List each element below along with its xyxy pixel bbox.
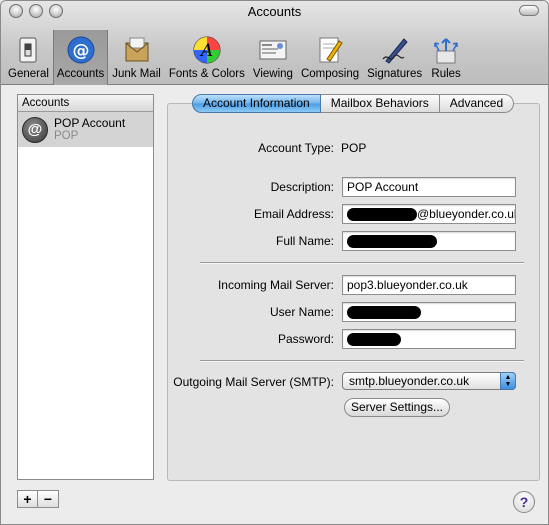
junk-mail-icon [121,35,153,65]
separator [200,262,524,263]
account-name: POP Account [54,116,126,130]
outgoing-server-value: smtp.blueyonder.co.uk [349,374,470,388]
incoming-row: Incoming Mail Server: pop3.blueyonder.co… [168,275,539,295]
pencil-paper-icon [314,35,346,65]
description-field[interactable]: POP Account [342,177,516,197]
add-account-button[interactable]: + [17,490,38,508]
separator [200,360,524,361]
server-settings-button[interactable]: Server Settings... [344,398,450,417]
mail-viewing-icon [257,35,289,65]
accounts-list: Accounts @ POP Account POP [17,94,154,480]
signature-pen-icon [379,35,411,65]
redacted-text [347,235,437,249]
toolbar-composing-label: Composing [300,68,360,80]
password-field[interactable] [342,329,516,349]
tab-mailbox-behaviors[interactable]: Mailbox Behaviors [320,94,440,113]
outgoing-row: Outgoing Mail Server (SMTP): smtp.blueyo… [168,372,539,392]
toolbar-composing[interactable]: Composing [297,30,363,85]
fullname-row: Full Name: [168,231,539,251]
outgoing-label: Outgoing Mail Server (SMTP): [173,375,334,389]
toolbar-rules[interactable]: Rules [426,30,466,85]
email-row: Email Address: @blueyonder.co.uk [168,204,539,224]
description-row: Description: POP Account [168,177,539,197]
color-wheel-icon: A [191,35,223,65]
tab-account-information[interactable]: Account Information [192,94,321,113]
toolbar-viewing[interactable]: Viewing [249,30,297,85]
toolbar-fonts-colors[interactable]: A Fonts & Colors [165,30,249,85]
toolbar-junk-mail[interactable]: Junk Mail [108,30,165,85]
chevron-up-down-icon: ▲ ▼ [500,372,516,390]
username-field[interactable] [342,302,516,322]
light-switch-icon [12,35,44,65]
svg-text:@: @ [72,41,89,61]
rules-arrows-icon [430,35,462,65]
at-sign-icon: @ [22,116,48,143]
email-suffix: @blueyonder.co.uk [417,207,516,221]
toolbar-rules-label: Rules [431,68,461,80]
fullname-label: Full Name: [275,234,334,248]
password-row: Password: [168,329,539,349]
tab-advanced[interactable]: Advanced [439,94,515,113]
description-label: Description: [270,180,334,194]
at-sign-icon: @ [65,35,97,65]
help-button[interactable]: ? [513,491,535,513]
toolbar-junk-mail-label: Junk Mail [112,68,161,80]
account-information-panel: Account Type: POP Description: POP Accou… [167,103,540,481]
account-type-row: Account Type: POP [168,138,539,158]
username-row: User Name: [168,302,539,322]
email-label: Email Address: [253,207,334,221]
account-type: POP [54,130,79,142]
redacted-text [347,306,421,320]
accounts-preferences-window: Accounts General @ Accounts Junk Mail A … [0,0,549,525]
redacted-text [347,333,401,347]
toolbar-toggle-button[interactable] [519,5,539,16]
preferences-toolbar: General @ Accounts Junk Mail A Fonts & C… [1,23,548,85]
toolbar-fonts-colors-label: Fonts & Colors [168,68,245,80]
redacted-text [347,208,417,222]
incoming-server-field[interactable]: pop3.blueyonder.co.uk [342,275,516,295]
toolbar-signatures[interactable]: Signatures [363,30,426,85]
toolbar-signatures-label: Signatures [367,68,423,80]
title-toolbar: Accounts General @ Accounts Junk Mail A … [1,1,548,85]
account-type-label: Account Type: [258,141,334,155]
tab-bar: Account Information Mailbox Behaviors Ad… [192,94,515,113]
username-label: User Name: [269,305,334,319]
list-item[interactable]: @ POP Account POP [18,112,153,147]
list-controls: + − [17,490,59,508]
email-field[interactable]: @blueyonder.co.uk [342,204,516,224]
toolbar-accounts-label: Accounts [56,68,105,80]
remove-account-button[interactable]: − [38,490,59,508]
toolbar-general-label: General [8,68,49,80]
window-title: Accounts [247,4,302,19]
outgoing-server-select[interactable]: smtp.blueyonder.co.uk ▲ ▼ [342,372,516,390]
toolbar-viewing-label: Viewing [252,68,293,80]
toolbar-general[interactable]: General [4,30,53,85]
accounts-list-header: Accounts [18,95,153,112]
password-label: Password: [277,332,334,346]
incoming-label: Incoming Mail Server: [217,278,334,292]
fullname-field[interactable] [342,231,516,251]
account-type-value: POP [341,141,367,155]
svg-text:A: A [199,41,213,61]
toolbar-accounts[interactable]: @ Accounts [52,30,109,85]
